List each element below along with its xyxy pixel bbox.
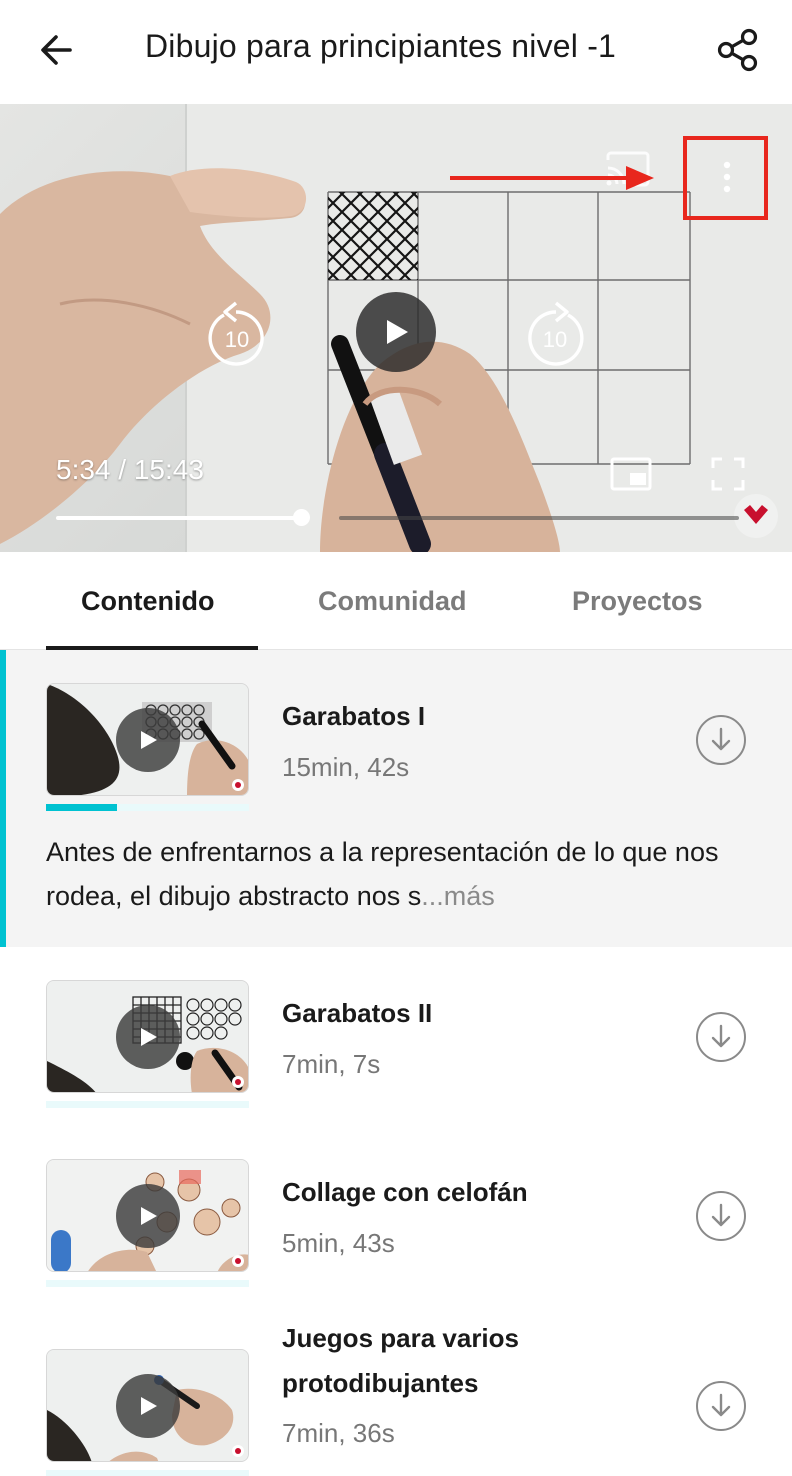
lesson-progress-bar: [46, 1470, 249, 1476]
fullscreen-button[interactable]: [708, 454, 748, 494]
back-button[interactable]: [26, 22, 86, 78]
play-icon: [141, 1028, 157, 1046]
arrow-left-icon: [41, 35, 72, 65]
download-button[interactable]: [696, 1012, 746, 1062]
thumbnail-play-button[interactable]: [116, 1374, 180, 1438]
download-arrow-icon: [711, 1393, 731, 1417]
lesson-thumbnail[interactable]: [46, 980, 249, 1093]
play-button[interactable]: [356, 292, 436, 372]
lesson-thumbnail[interactable]: [46, 1159, 249, 1272]
lesson-duration: 7min, 36s: [282, 1418, 395, 1448]
lesson-progress-fill: [46, 804, 118, 811]
download-arrow-icon: [711, 1203, 731, 1227]
forward-label: 10: [543, 327, 567, 352]
lesson-title: Juegos para varios protodibujantes: [282, 1323, 519, 1398]
lesson-progress-bar: [46, 1280, 249, 1287]
forward-icon: 10: [528, 301, 584, 366]
download-arrow-icon: [711, 727, 731, 751]
app-header: Dibujo para principiantes nivel -1: [0, 0, 792, 104]
play-icon: [387, 320, 408, 344]
lesson-item[interactable]: Garabatos II 7min, 7s: [0, 947, 792, 1127]
video-options-button[interactable]: [700, 152, 754, 204]
picture-in-picture-icon: [610, 457, 652, 491]
lesson-duration: 15min, 42s: [282, 752, 410, 782]
lesson-description: Antes de enfrentarnos a la representació…: [46, 830, 756, 918]
thumbnail-play-button[interactable]: [116, 1005, 180, 1069]
forward-10-button[interactable]: 10: [523, 299, 589, 369]
lesson-title: Garabatos II: [282, 998, 433, 1028]
lesson-item[interactable]: Collage con celofán 5min, 43s: [0, 1126, 792, 1306]
read-more-link[interactable]: ...más: [421, 881, 495, 911]
page-title: Dibujo para principiantes nivel -1: [145, 28, 617, 64]
download-button[interactable]: [696, 1191, 746, 1241]
brand-badge-icon: [232, 1445, 244, 1457]
description-text: Antes de enfrentarnos a la representació…: [46, 837, 719, 911]
rewind-label: 10: [225, 327, 249, 352]
brand-badge-icon: [232, 1255, 244, 1267]
thumbnail-play-button[interactable]: [116, 708, 180, 772]
rewind-icon: 10: [208, 301, 264, 366]
progress-played: [56, 516, 301, 520]
tab-proyectos[interactable]: Proyectos: [572, 586, 703, 617]
download-button[interactable]: [696, 1381, 746, 1431]
thumbnail-play-button[interactable]: [116, 1184, 180, 1248]
brand-badge-icon: [232, 779, 244, 791]
playback-time: 5:34 / 15:43: [56, 454, 204, 485]
lesson-progress-bar: [46, 804, 249, 811]
play-icon: [141, 731, 157, 749]
annotation-arrow: [450, 166, 654, 190]
lesson-title: Garabatos I: [282, 701, 426, 731]
play-icon: [141, 1207, 157, 1225]
tab-comunidad[interactable]: Comunidad: [318, 586, 467, 617]
fullscreen-icon: [711, 457, 745, 491]
tab-contenido[interactable]: Contenido: [81, 586, 214, 617]
lesson-progress-bar: [46, 1101, 249, 1108]
lesson-thumbnail[interactable]: [46, 1349, 249, 1462]
lesson-title: Collage con celofán: [282, 1177, 528, 1207]
lesson-item[interactable]: Garabatos I 15min, 42s Antes de enfrenta…: [0, 650, 792, 947]
current-lesson-marker: [0, 650, 6, 947]
lesson-item[interactable]: Juegos para varios protodibujantes 7min,…: [0, 1306, 792, 1476]
download-arrow-icon: [711, 1024, 731, 1048]
video-player[interactable]: 10 10 5:34 / 15:43: [0, 104, 792, 552]
more-vertical-icon: [723, 161, 731, 193]
share-icon: [717, 28, 758, 72]
pip-button[interactable]: [608, 454, 654, 494]
share-button[interactable]: [708, 22, 768, 78]
lesson-duration: 7min, 7s: [282, 1049, 381, 1079]
tab-bar: Contenido Comunidad Proyectos: [0, 552, 792, 650]
lesson-duration: 5min, 43s: [282, 1228, 395, 1258]
lesson-thumbnail[interactable]: [46, 683, 249, 796]
progress-buffer[interactable]: [339, 516, 739, 520]
download-button[interactable]: [696, 715, 746, 765]
play-icon: [141, 1397, 157, 1415]
rewind-10-button[interactable]: 10: [203, 299, 269, 369]
progress-handle[interactable]: [293, 509, 310, 526]
brand-badge-icon: [232, 1076, 244, 1088]
